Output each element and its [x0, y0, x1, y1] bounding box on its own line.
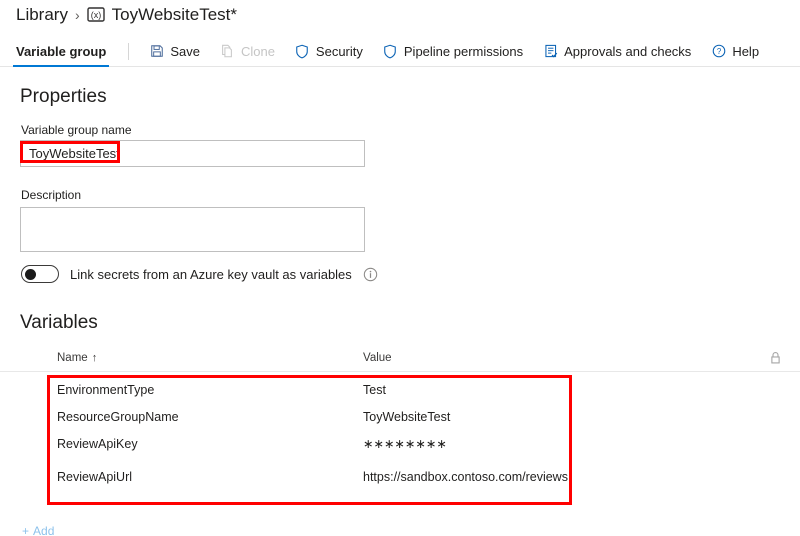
- security-button[interactable]: Security: [285, 36, 373, 67]
- checklist-icon: [543, 44, 558, 59]
- variable-group-name-label: Variable group name: [21, 123, 132, 137]
- variable-group-page: Library › (x) ToyWebsiteTest* Variable g…: [0, 0, 800, 536]
- toolbar-divider: [128, 42, 130, 60]
- tab-active-underline: [13, 64, 110, 67]
- shield-icon: [383, 44, 398, 59]
- variable-value[interactable]: Test: [363, 383, 782, 397]
- add-variable-button[interactable]: + Add: [22, 524, 54, 536]
- table-row[interactable]: ReviewApiUrl https://sandbox.contoso.com…: [0, 463, 800, 490]
- properties-heading: Properties: [20, 86, 107, 107]
- column-header-value[interactable]: Value: [363, 352, 769, 364]
- variable-group-name-input[interactable]: ToyWebsiteTest: [20, 140, 365, 167]
- keyvault-toggle-row: Link secrets from an Azure key vault as …: [21, 265, 378, 283]
- variable-name: ReviewApiKey: [57, 436, 138, 451]
- breadcrumb-separator-icon: ›: [74, 6, 80, 23]
- description-input[interactable]: [20, 207, 365, 252]
- clone-copy-icon: [220, 44, 235, 59]
- svg-text:(x): (x): [90, 10, 101, 20]
- tab-variable-group-label: Variable group: [16, 43, 107, 59]
- tab-variable-group[interactable]: Variable group: [0, 36, 120, 67]
- keyvault-toggle-label: Link secrets from an Azure key vault as …: [70, 266, 352, 282]
- lock-icon: [769, 351, 782, 365]
- security-button-label: Security: [315, 43, 363, 59]
- clone-button: Clone: [210, 36, 285, 67]
- help-button[interactable]: ? Help: [701, 36, 769, 67]
- column-header-name-label: Name: [57, 352, 88, 364]
- approvals-and-checks-button[interactable]: Approvals and checks: [533, 36, 701, 67]
- variable-name: ResourceGroupName: [57, 409, 179, 424]
- help-circle-icon: ?: [711, 44, 726, 59]
- toggle-knob: [25, 268, 36, 280]
- pipeline-permissions-button-label: Pipeline permissions: [403, 43, 524, 59]
- keyvault-toggle[interactable]: [21, 265, 59, 283]
- breadcrumb-link-library[interactable]: Library: [16, 6, 68, 23]
- approvals-and-checks-button-label: Approvals and checks: [564, 43, 692, 59]
- variable-name: EnvironmentType: [57, 382, 155, 397]
- variable-value[interactable]: https://sandbox.contoso.com/reviews: [363, 470, 782, 484]
- variables-heading: Variables: [20, 312, 98, 333]
- add-variable-label: Add: [33, 524, 55, 536]
- variable-value[interactable]: ToyWebsiteTest: [363, 410, 782, 424]
- column-header-value-label: Value: [363, 352, 392, 364]
- description-label: Description: [21, 188, 82, 202]
- sort-ascending-icon: ↑: [91, 352, 98, 364]
- breadcrumb: Library › (x) ToyWebsiteTest*: [16, 6, 237, 23]
- plus-icon: +: [22, 524, 30, 536]
- column-header-name[interactable]: Name ↑: [57, 352, 363, 364]
- variables-table: Name ↑ Value EnvironmentType Test Resour…: [0, 345, 800, 490]
- info-circle-icon[interactable]: [363, 267, 378, 282]
- table-row[interactable]: ResourceGroupName ToyWebsiteTest: [0, 403, 800, 430]
- variable-group-icon: (x): [86, 7, 105, 22]
- toolbar: Variable group Save Clone Security Pipel…: [0, 36, 800, 67]
- table-row[interactable]: EnvironmentType Test: [0, 376, 800, 403]
- variable-value-masked[interactable]: ∗∗∗∗∗∗∗∗: [363, 436, 782, 451]
- clone-button-label: Clone: [240, 43, 275, 59]
- save-button[interactable]: Save: [139, 36, 210, 67]
- shield-icon: [295, 44, 310, 59]
- save-floppy-icon: [149, 44, 164, 59]
- variables-table-header: Name ↑ Value: [0, 345, 800, 372]
- pipeline-permissions-button[interactable]: Pipeline permissions: [373, 36, 533, 67]
- help-button-label: Help: [732, 43, 760, 59]
- svg-text:?: ?: [717, 47, 722, 56]
- variable-group-name-value: ToyWebsiteTest: [29, 146, 120, 161]
- table-row[interactable]: ReviewApiKey ∗∗∗∗∗∗∗∗: [0, 430, 800, 457]
- variable-name: ReviewApiUrl: [57, 469, 133, 484]
- save-button-label: Save: [170, 43, 200, 59]
- page-title: ToyWebsiteTest*: [111, 5, 237, 24]
